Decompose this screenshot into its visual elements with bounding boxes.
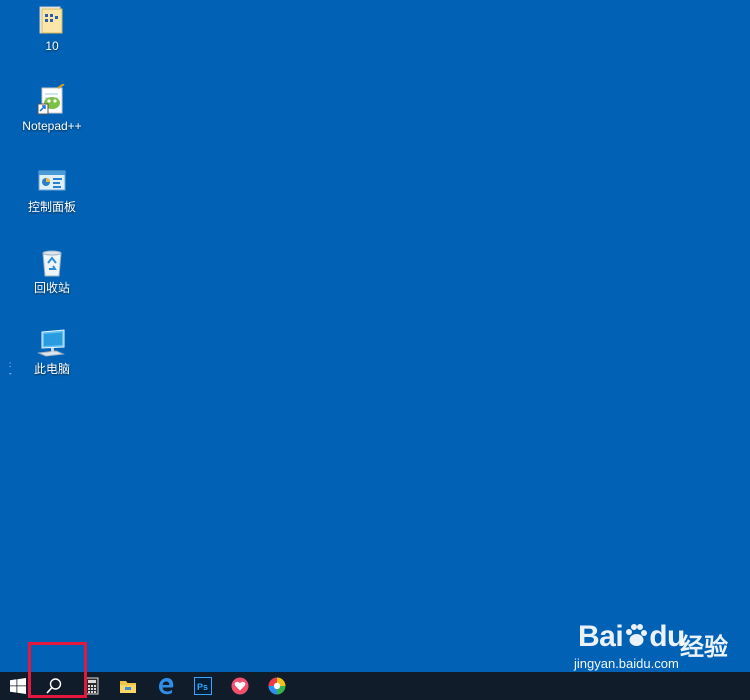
taskbar: Ps — [0, 672, 750, 700]
desktop-icon-notepad-plus-plus[interactable]: Notepad++ — [12, 84, 92, 134]
desktop-icon-this-pc[interactable]: 此电脑 — [12, 327, 92, 377]
desktop-icon-label: 10 — [45, 39, 59, 53]
desktop: 10 Notepad++ 控制面板 回收站 此电脑: - Bai du 经验 … — [0, 0, 750, 672]
watermark-url: jingyan.baidu.com — [574, 656, 679, 671]
desktop-icon-label: 控制面板 — [27, 200, 76, 214]
color-wheel-icon — [268, 677, 286, 695]
folder-explorer-icon — [120, 681, 136, 693]
calculator-button[interactable] — [74, 672, 110, 700]
desktop-icon-10[interactable]: 10 — [12, 4, 92, 54]
heart-app-icon — [231, 677, 249, 695]
photoshop-icon-text: Ps — [197, 682, 208, 692]
colorful-app-button[interactable] — [259, 672, 295, 700]
folder-icon — [39, 6, 63, 34]
search-button[interactable] — [36, 672, 72, 700]
jingyan-brand: 经验 — [680, 634, 728, 661]
desktop-icon-control-panel[interactable]: 控制面板 — [12, 165, 92, 215]
recycle-bin-icon — [42, 250, 62, 277]
baidu-jingyan-watermark: Bai du 经验 jingyan.baidu.com — [574, 618, 750, 672]
windows-start-icon — [10, 678, 26, 694]
desktop-icon-label: 回收站 — [33, 281, 70, 295]
this-pc-icon — [37, 329, 65, 357]
heart-app-button[interactable] — [222, 672, 258, 700]
desktop-icon-label: 此电脑 — [33, 362, 70, 376]
photoshop-button[interactable]: Ps — [185, 672, 221, 700]
calculator-icon — [85, 677, 99, 695]
edge-button[interactable] — [148, 672, 184, 700]
desktop-icon-label: Notepad++ — [22, 119, 82, 133]
file-explorer-button[interactable] — [110, 672, 146, 700]
paw-icon — [626, 624, 648, 646]
start-button[interactable] — [0, 672, 36, 700]
search-icon — [46, 678, 62, 694]
edge-browser-icon — [159, 678, 174, 695]
desktop-edge-artifact: :- — [9, 360, 12, 378]
baidu-logo: Bai du — [578, 620, 685, 653]
photoshop-icon: Ps — [194, 677, 212, 695]
notepad-plus-plus-icon — [37, 84, 65, 115]
control-panel-icon — [38, 170, 66, 191]
desktop-icon-recycle-bin[interactable]: 回收站 — [12, 246, 92, 296]
